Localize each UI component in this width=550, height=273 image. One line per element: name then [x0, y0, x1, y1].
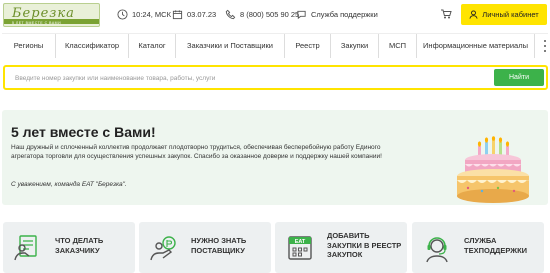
support-headset-icon [426, 237, 448, 263]
card-label-line: ТЕХПОДДЕРЖКИ [464, 245, 528, 255]
card-add-to-registry[interactable]: EAT ДОБАВИТЬ ЗАКУПКИ В РЕЕСТР ЗАКУПОК [275, 222, 407, 273]
logo-subtitle: 5 ЛЕТ ВМЕСТЕ С ВАМИ [12, 21, 62, 25]
support-link[interactable]: Служба поддержки [296, 9, 378, 20]
eat-calendar-icon: EAT [288, 236, 312, 260]
card-label: НУЖНО ЗНАТЬ ПОСТАВЩИКУ [191, 236, 246, 255]
card-label: ДОБАВИТЬ ЗАКУПКИ В РЕЕСТР ЗАКУПОК [327, 231, 401, 260]
card-label: ЧТО ДЕЛАТЬ ЗАКАЗЧИКУ [55, 236, 103, 255]
phone-icon [225, 9, 236, 20]
personal-cabinet-button[interactable]: Личный кабинет [461, 4, 547, 25]
card-label-line: НУЖНО ЗНАТЬ [191, 236, 247, 245]
card-label-line: ЗАКУПКИ В РЕЕСТР [327, 240, 402, 250]
card-supplier-info[interactable]: НУЖНО ЗНАТЬ ПОСТАВЩИКУ [139, 222, 271, 273]
banner-signature: С уважением, команда ЕАТ "Березка". [11, 181, 127, 188]
nav-item-classifier[interactable]: Классификатор [56, 33, 129, 58]
phone-link[interactable]: 8 (800) 505 90 25 [225, 9, 299, 20]
card-label-line: ЗАКУПОК [327, 250, 363, 259]
calendar-icon [172, 10, 183, 20]
birthday-cake-icon [457, 136, 529, 203]
nav-item-info-materials[interactable]: Информационные материалы [417, 33, 535, 58]
logo[interactable]: Березка 5 ЛЕТ ВМЕСТЕ С ВАМИ [3, 3, 100, 27]
more-menu-icon[interactable] [543, 40, 546, 52]
search-bar: Найти [3, 65, 548, 90]
phone-text: 8 (800) 505 90 25 [240, 10, 300, 19]
search-input[interactable] [15, 71, 485, 85]
card-label-line: ПОСТАВЩИКУ [191, 245, 245, 255]
card-label-line: СЛУЖБА [464, 236, 497, 245]
top-header: Березка 5 ЛЕТ ВМЕСТЕ С ВАМИ 10:24, МСК 0… [0, 0, 550, 30]
card-label-line: ЧТО ДЕЛАТЬ [55, 236, 104, 245]
customer-manual-icon [14, 235, 37, 261]
cart-icon [441, 9, 452, 19]
cart-button[interactable] [440, 8, 452, 22]
search-button[interactable]: Найти [494, 69, 544, 86]
card-label: СЛУЖБА ТЕХПОДДЕРЖКИ [464, 236, 527, 255]
nav-item-regions[interactable]: Регионы [2, 33, 56, 58]
support-chat-icon [297, 10, 306, 20]
date-text: 03.07.23 [187, 10, 217, 19]
card-tech-support[interactable]: СЛУЖБА ТЕХПОДДЕРЖКИ [412, 222, 544, 273]
nav-item-catalog[interactable]: Каталог [129, 33, 176, 58]
personal-cabinet-label: Личный кабинет [482, 10, 539, 19]
time-display: 10:24, МСК [117, 9, 171, 20]
banner-text: Наш дружный и сплоченный коллектив продо… [11, 144, 382, 160]
main-nav: Регионы Классификатор Каталог Заказчики … [2, 33, 548, 58]
supplier-coins-icon [150, 236, 176, 261]
card-customer-guide[interactable]: ЧТО ДЕЛАТЬ ЗАКАЗЧИКУ [3, 222, 135, 273]
nav-item-customers-suppliers[interactable]: Заказчики и Поставщики [176, 33, 285, 58]
svg-text:EAT: EAT [295, 239, 306, 245]
user-icon [469, 10, 478, 19]
nav-item-msp[interactable]: МСП [379, 33, 417, 58]
card-label-line: ЗАКАЗЧИКУ [55, 245, 100, 255]
nav-item-purchases[interactable]: Закупки [331, 33, 379, 58]
nav-item-registry[interactable]: Реестр [285, 33, 331, 58]
support-text: Служба поддержки [311, 10, 378, 19]
date-display: 03.07.23 [172, 9, 216, 20]
time-text: 10:24, МСК [132, 10, 171, 19]
anniversary-banner[interactable]: 5 лет вместе с Вами! Наш дружный и сплоч… [2, 110, 548, 205]
banner-title: 5 лет вместе с Вами! [11, 124, 156, 140]
clock-icon [117, 9, 128, 20]
card-label-line: ДОБАВИТЬ [327, 231, 370, 240]
quick-links: ЧТО ДЕЛАТЬ ЗАКАЗЧИКУ НУЖНО ЗНАТЬ ПОСТАВЩ… [0, 222, 550, 273]
